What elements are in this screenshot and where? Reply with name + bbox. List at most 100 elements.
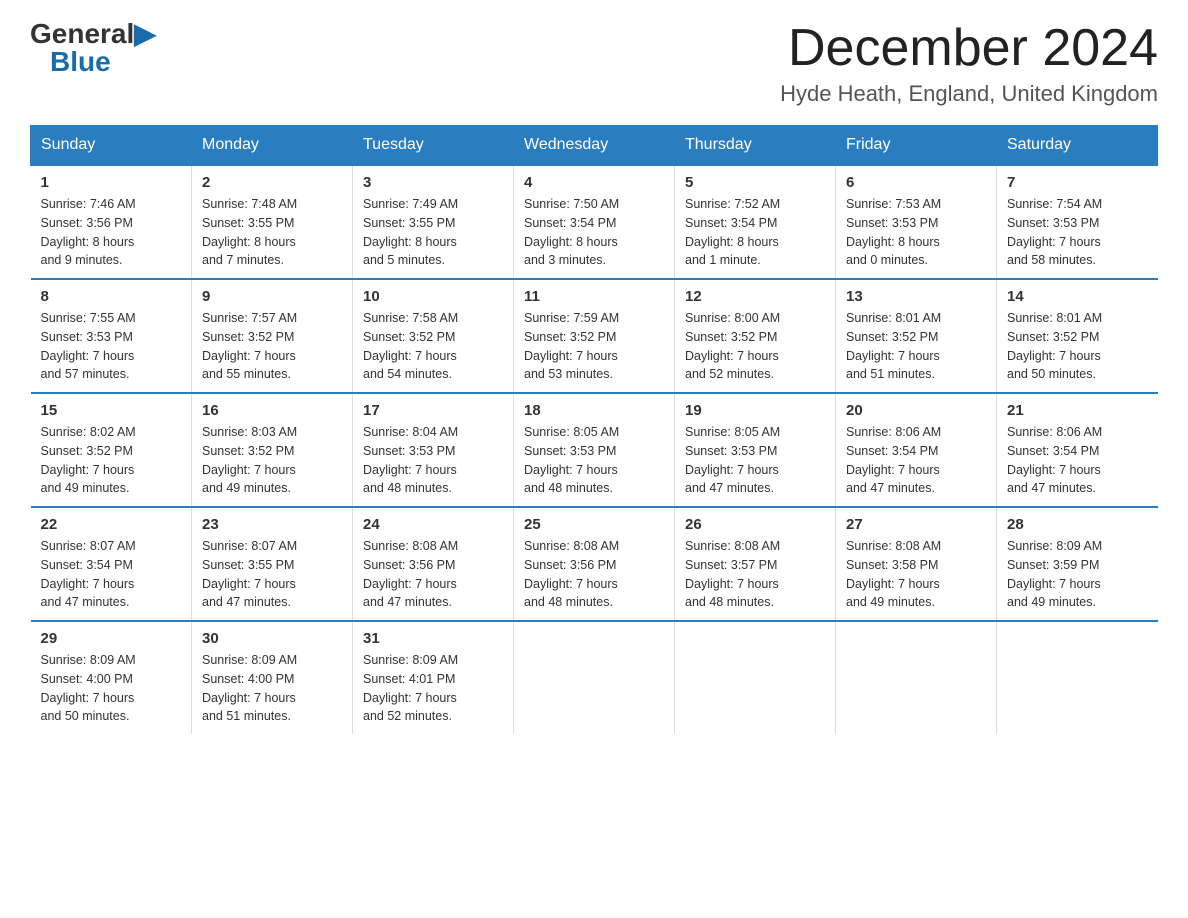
day-info: Sunrise: 7:58 AMSunset: 3:52 PMDaylight:…: [363, 309, 503, 384]
calendar-cell: 29 Sunrise: 8:09 AMSunset: 4:00 PMDayligh…: [31, 621, 192, 734]
calendar-cell: 26 Sunrise: 8:08 AMSunset: 3:57 PMDayligh…: [675, 507, 836, 621]
day-number: 10: [363, 288, 503, 305]
calendar-cell: 25 Sunrise: 8:08 AMSunset: 3:56 PMDayligh…: [514, 507, 675, 621]
day-number: 29: [41, 630, 182, 647]
calendar-cell: 3Sunrise: 7:49 AMSunset: 3:55 PMDaylight…: [353, 165, 514, 279]
day-info: Sunrise: 8:08 AMSunset: 3:56 PMDaylight:…: [524, 537, 664, 612]
day-number: 25: [524, 516, 664, 533]
day-number: 21: [1007, 402, 1148, 419]
day-info: Sunrise: 8:07 AMSunset: 3:54 PMDaylight:…: [41, 537, 182, 612]
logo-blue-text: Blue: [50, 46, 111, 77]
day-number: 31: [363, 630, 503, 647]
day-number: 9: [202, 288, 342, 305]
day-number: 5: [685, 174, 825, 191]
calendar-cell: 16Sunrise: 8:03 AMSunset: 3:52 PMDayligh…: [192, 393, 353, 507]
calendar-cell: 12Sunrise: 8:00 AMSunset: 3:52 PMDayligh…: [675, 279, 836, 393]
calendar-cell: [675, 621, 836, 734]
day-info: Sunrise: 8:09 AMSunset: 4:00 PMDaylight:…: [41, 651, 182, 726]
day-number: 19: [685, 402, 825, 419]
day-number: 15: [41, 402, 182, 419]
calendar-cell: 23 Sunrise: 8:07 AMSunset: 3:55 PMDayligh…: [192, 507, 353, 621]
calendar-cell: [836, 621, 997, 734]
day-info: Sunrise: 8:08 AMSunset: 3:58 PMDaylight:…: [846, 537, 986, 612]
calendar-cell: 22Sunrise: 8:07 AMSunset: 3:54 PMDayligh…: [31, 507, 192, 621]
page-header: General▶ Blue December 2024 Hyde Heath, …: [30, 20, 1158, 107]
calendar-cell: 14Sunrise: 8:01 AMSunset: 3:52 PMDayligh…: [997, 279, 1158, 393]
day-number: 6: [846, 174, 986, 191]
calendar-cell: 19 Sunrise: 8:05 AMSunset: 3:53 PMDayligh…: [675, 393, 836, 507]
calendar-subtitle: Hyde Heath, England, United Kingdom: [780, 81, 1158, 107]
day-number: 17: [363, 402, 503, 419]
day-number: 11: [524, 288, 664, 305]
weekday-header-friday: Friday: [836, 126, 997, 166]
day-number: 23: [202, 516, 342, 533]
calendar-cell: 31 Sunrise: 8:09 AMSunset: 4:01 PMDayligh…: [353, 621, 514, 734]
day-info: Sunrise: 7:54 AMSunset: 3:53 PMDaylight:…: [1007, 195, 1148, 270]
day-info: Sunrise: 8:08 AMSunset: 3:57 PMDaylight:…: [685, 537, 825, 612]
calendar-cell: 13Sunrise: 8:01 AMSunset: 3:52 PMDayligh…: [836, 279, 997, 393]
day-number: 28: [1007, 516, 1148, 533]
day-number: 1: [41, 174, 182, 191]
weekday-header-wednesday: Wednesday: [514, 126, 675, 166]
day-number: 3: [363, 174, 503, 191]
day-info: Sunrise: 8:01 AMSunset: 3:52 PMDaylight:…: [846, 309, 986, 384]
day-number: 27: [846, 516, 986, 533]
day-number: 14: [1007, 288, 1148, 305]
calendar-cell: 15Sunrise: 8:02 AMSunset: 3:52 PMDayligh…: [31, 393, 192, 507]
calendar-cell: 28 Sunrise: 8:09 AMSunset: 3:59 PMDayligh…: [997, 507, 1158, 621]
day-info: Sunrise: 8:04 AMSunset: 3:53 PMDaylight:…: [363, 423, 503, 498]
calendar-cell: 1 Sunrise: 7:46 AMSunset: 3:56 PMDaylight…: [31, 165, 192, 279]
day-info: Sunrise: 8:09 AMSunset: 4:01 PMDaylight:…: [363, 651, 503, 726]
weekday-header-row: SundayMondayTuesdayWednesdayThursdayFrid…: [31, 126, 1158, 166]
calendar-cell: [514, 621, 675, 734]
day-info: Sunrise: 7:52 AMSunset: 3:54 PMDaylight:…: [685, 195, 825, 270]
day-number: 7: [1007, 174, 1148, 191]
calendar-table: SundayMondayTuesdayWednesdayThursdayFrid…: [30, 125, 1158, 734]
title-block: December 2024 Hyde Heath, England, Unite…: [780, 20, 1158, 107]
day-info: Sunrise: 7:48 AMSunset: 3:55 PMDaylight:…: [202, 195, 342, 270]
day-number: 2: [202, 174, 342, 191]
calendar-cell: 20 Sunrise: 8:06 AMSunset: 3:54 PMDayligh…: [836, 393, 997, 507]
day-number: 18: [524, 402, 664, 419]
calendar-cell: 18 Sunrise: 8:05 AMSunset: 3:53 PMDayligh…: [514, 393, 675, 507]
day-number: 4: [524, 174, 664, 191]
day-info: Sunrise: 7:53 AMSunset: 3:53 PMDaylight:…: [846, 195, 986, 270]
calendar-cell: 24 Sunrise: 8:08 AMSunset: 3:56 PMDayligh…: [353, 507, 514, 621]
day-info: Sunrise: 7:57 AMSunset: 3:52 PMDaylight:…: [202, 309, 342, 384]
day-info: Sunrise: 7:55 AMSunset: 3:53 PMDaylight:…: [41, 309, 182, 384]
calendar-cell: 17 Sunrise: 8:04 AMSunset: 3:53 PMDayligh…: [353, 393, 514, 507]
calendar-cell: [997, 621, 1158, 734]
day-info: Sunrise: 7:59 AMSunset: 3:52 PMDaylight:…: [524, 309, 664, 384]
calendar-cell: 30Sunrise: 8:09 AMSunset: 4:00 PMDayligh…: [192, 621, 353, 734]
day-number: 24: [363, 516, 503, 533]
day-number: 12: [685, 288, 825, 305]
weekday-header-sunday: Sunday: [31, 126, 192, 166]
day-number: 26: [685, 516, 825, 533]
day-info: Sunrise: 8:07 AMSunset: 3:55 PMDaylight:…: [202, 537, 342, 612]
day-info: Sunrise: 8:05 AMSunset: 3:53 PMDaylight:…: [524, 423, 664, 498]
weekday-header-monday: Monday: [192, 126, 353, 166]
calendar-week-row: 29 Sunrise: 8:09 AMSunset: 4:00 PMDayligh…: [31, 621, 1158, 734]
day-number: 20: [846, 402, 986, 419]
day-info: Sunrise: 8:09 AMSunset: 3:59 PMDaylight:…: [1007, 537, 1148, 612]
logo: General▶ Blue: [30, 20, 156, 76]
weekday-header-saturday: Saturday: [997, 126, 1158, 166]
calendar-week-row: 22Sunrise: 8:07 AMSunset: 3:54 PMDayligh…: [31, 507, 1158, 621]
calendar-cell: 6 Sunrise: 7:53 AMSunset: 3:53 PMDaylight…: [836, 165, 997, 279]
calendar-title: December 2024: [780, 20, 1158, 77]
day-info: Sunrise: 8:03 AMSunset: 3:52 PMDaylight:…: [202, 423, 342, 498]
calendar-cell: 21Sunrise: 8:06 AMSunset: 3:54 PMDayligh…: [997, 393, 1158, 507]
day-info: Sunrise: 8:08 AMSunset: 3:56 PMDaylight:…: [363, 537, 503, 612]
calendar-cell: 4 Sunrise: 7:50 AMSunset: 3:54 PMDaylight…: [514, 165, 675, 279]
calendar-cell: 8Sunrise: 7:55 AMSunset: 3:53 PMDaylight…: [31, 279, 192, 393]
calendar-week-row: 8Sunrise: 7:55 AMSunset: 3:53 PMDaylight…: [31, 279, 1158, 393]
day-info: Sunrise: 7:46 AMSunset: 3:56 PMDaylight:…: [41, 195, 182, 270]
day-info: Sunrise: 8:05 AMSunset: 3:53 PMDaylight:…: [685, 423, 825, 498]
day-number: 30: [202, 630, 342, 647]
calendar-cell: 10 Sunrise: 7:58 AMSunset: 3:52 PMDayligh…: [353, 279, 514, 393]
calendar-cell: 2 Sunrise: 7:48 AMSunset: 3:55 PMDaylight…: [192, 165, 353, 279]
calendar-cell: 27 Sunrise: 8:08 AMSunset: 3:58 PMDayligh…: [836, 507, 997, 621]
calendar-cell: 9 Sunrise: 7:57 AMSunset: 3:52 PMDaylight…: [192, 279, 353, 393]
day-info: Sunrise: 7:50 AMSunset: 3:54 PMDaylight:…: [524, 195, 664, 270]
day-info: Sunrise: 8:06 AMSunset: 3:54 PMDaylight:…: [846, 423, 986, 498]
